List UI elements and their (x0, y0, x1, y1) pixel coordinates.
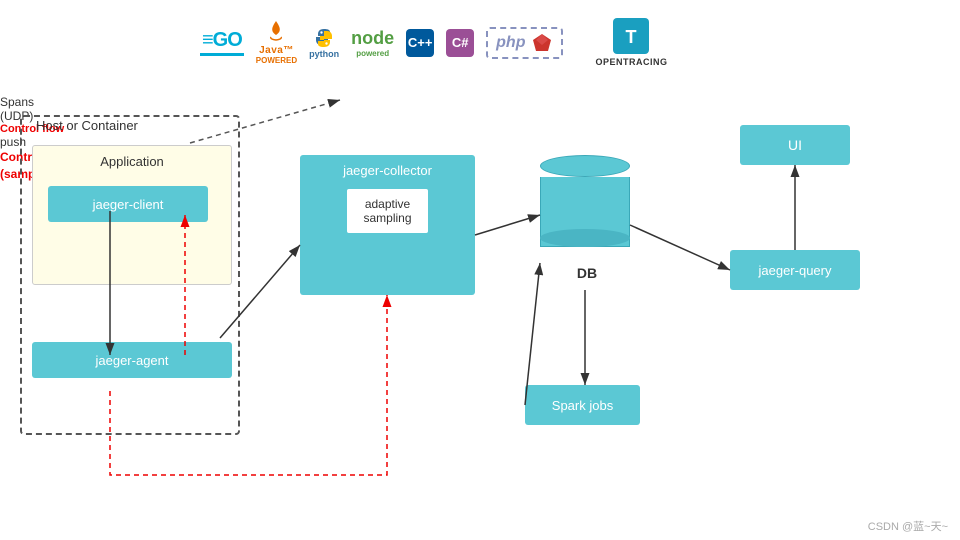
host-container-label: Host or Container (32, 116, 142, 135)
java-icon (267, 21, 285, 45)
application-label: Application (33, 154, 231, 169)
jaeger-collector-box: jaeger-collector adaptivesampling (300, 155, 475, 295)
csharp-logo: C# (446, 29, 474, 57)
db-label: DB (557, 265, 617, 281)
jaeger-client-label: jaeger-client (93, 197, 164, 212)
jaeger-agent-box: jaeger-agent (32, 342, 232, 378)
php-ruby-logos: php (486, 27, 563, 59)
opentracing-text: OPENTRACING (595, 57, 667, 67)
jaeger-query-label: jaeger-query (759, 263, 832, 278)
host-container-box: Host or Container Application jaeger-cli… (20, 115, 240, 435)
arrow-spark-to-db (525, 263, 540, 405)
jaeger-agent-label: jaeger-agent (96, 353, 169, 368)
arrow-collector-to-db (475, 215, 540, 235)
csharp-badge: C# (446, 29, 474, 57)
db-cylinder-bottom (540, 229, 630, 247)
cpp-badge: C++ (406, 29, 434, 57)
adaptive-sampling-box: adaptivesampling (346, 188, 428, 234)
java-powered: POWERED (256, 56, 297, 65)
node-text: node (351, 28, 394, 49)
db-shape (540, 155, 630, 265)
java-logo: Java™ POWERED (256, 21, 297, 65)
go-logo: ≡GO (200, 29, 244, 56)
logos-bar: ≡GO Java™ POWERED python node powered C+… (200, 18, 900, 67)
node-logo: node powered (351, 28, 394, 58)
spark-jobs-label: Spark jobs (552, 398, 613, 413)
node-powered: powered (356, 49, 389, 58)
spark-jobs-box: Spark jobs (525, 385, 640, 425)
cpp-logo: C++ (406, 29, 434, 57)
diagram: Host or Container Application jaeger-cli… (0, 95, 960, 520)
db-cylinder-top (540, 155, 630, 177)
ui-box: UI (740, 125, 850, 165)
opentracing-icon: T (613, 18, 649, 54)
python-logo: python (309, 27, 339, 59)
ui-label: UI (788, 137, 802, 153)
jaeger-collector-label: jaeger-collector (343, 155, 432, 184)
python-icon (313, 27, 335, 49)
go-logo-text: ≡GO (200, 29, 244, 56)
java-text: Java™ (259, 45, 294, 56)
arrow-db-to-query (630, 225, 730, 270)
opentracing-logo: T OPENTRACING (595, 18, 667, 67)
python-text: python (309, 49, 339, 59)
footer-text: CSDN @蓝~天~ (868, 521, 948, 533)
jaeger-query-box: jaeger-query (730, 250, 860, 290)
ruby-icon (531, 32, 553, 54)
jaeger-client-box: jaeger-client (48, 186, 208, 222)
php-text: php (496, 34, 525, 52)
svg-text:T: T (626, 27, 637, 47)
application-box: Application jaeger-client (32, 145, 232, 285)
footer: CSDN @蓝~天~ (868, 518, 948, 534)
